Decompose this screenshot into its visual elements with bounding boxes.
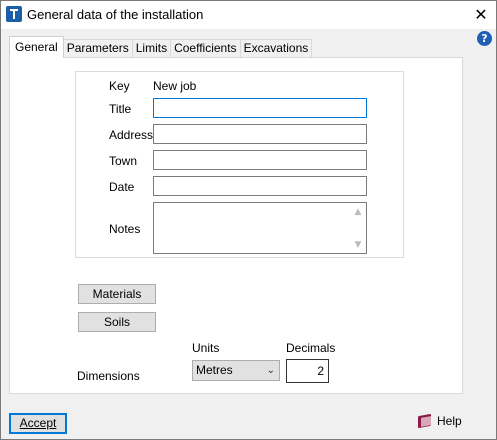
dialog-footer: Accept Help: [1, 401, 496, 439]
title-label: Title: [109, 102, 132, 116]
dialog-window: General data of the installation ✕ ? Gen…: [0, 0, 497, 440]
help-label: Help: [437, 414, 462, 428]
tab-strip: General Parameters Limits Coefficients E…: [9, 36, 313, 58]
help-circle-icon[interactable]: ?: [477, 31, 492, 46]
tab-limits[interactable]: Limits: [131, 39, 172, 58]
accept-button[interactable]: Accept: [9, 413, 67, 434]
tab-parameters[interactable]: Parameters: [62, 39, 133, 58]
date-input[interactable]: [153, 176, 367, 196]
close-icon: ✕: [474, 5, 488, 24]
units-select-value: Metres: [196, 363, 233, 377]
town-label: Town: [109, 154, 138, 168]
title-input[interactable]: [153, 98, 367, 118]
key-label: Key: [109, 79, 130, 93]
units-label: Units: [192, 341, 220, 355]
scroll-down-icon: ▼: [354, 240, 362, 250]
dimensions-label: Dimensions: [77, 369, 140, 383]
scroll-up-icon: ▲: [354, 207, 362, 217]
address-label: Address: [109, 128, 154, 142]
notes-label: Notes: [109, 222, 141, 236]
decimals-input[interactable]: 2: [286, 359, 329, 383]
chevron-down-icon: ⌄: [266, 365, 275, 376]
decimals-label: Decimals: [286, 341, 336, 355]
title-bar: General data of the installation ✕: [1, 1, 496, 29]
address-input[interactable]: [153, 124, 367, 144]
town-input[interactable]: [153, 150, 367, 170]
tab-coefficients[interactable]: Coefficients: [170, 39, 241, 58]
notes-textarea[interactable]: ▲ ▼: [153, 202, 367, 254]
tab-general[interactable]: General: [9, 36, 64, 58]
window-title: General data of the installation: [27, 7, 204, 22]
tab-excavations[interactable]: Excavations: [239, 39, 313, 58]
date-label: Date: [109, 180, 135, 194]
book-icon: [418, 413, 433, 429]
key-value: New job: [153, 79, 197, 93]
app-icon: [6, 6, 22, 22]
units-select[interactable]: Metres ⌄: [192, 360, 280, 381]
materials-button[interactable]: Materials: [78, 284, 156, 304]
help-button[interactable]: Help: [418, 413, 462, 429]
notes-scrollbar[interactable]: ▲ ▼: [351, 204, 365, 252]
close-button[interactable]: ✕: [466, 1, 496, 29]
soils-button[interactable]: Soils: [78, 312, 156, 332]
